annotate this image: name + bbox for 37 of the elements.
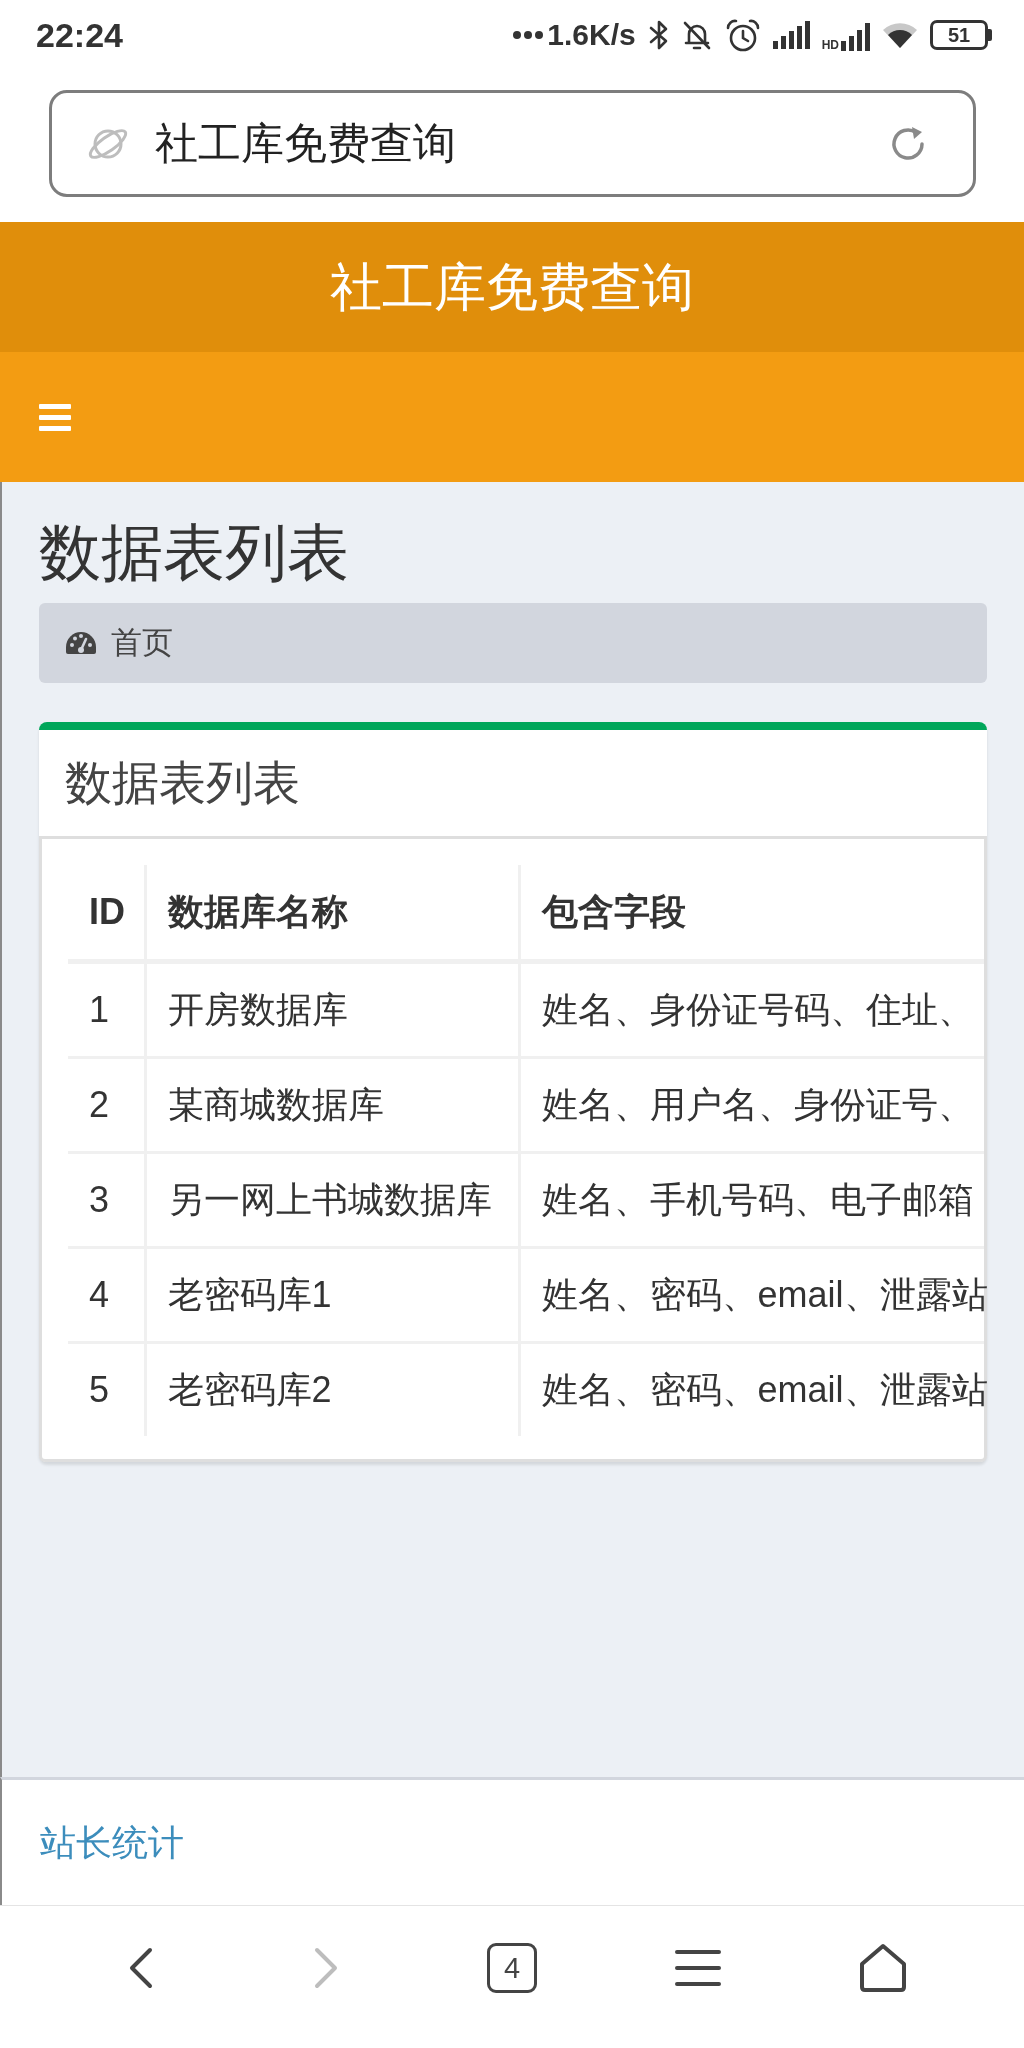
table-cell: 4: [68, 1247, 145, 1343]
column-header: 包含字段: [519, 865, 984, 962]
breadcrumb-link[interactable]: 首页: [111, 621, 173, 665]
address-field[interactable]: 社工库免费查询: [49, 90, 976, 197]
signal-icon: [841, 23, 870, 51]
tabs-button[interactable]: 4: [487, 1943, 537, 1993]
table-cell: 老密码库1: [145, 1247, 519, 1343]
footer-link[interactable]: 站长统计: [40, 1815, 184, 1870]
table-cell: 另一网上书城数据库: [145, 1152, 519, 1248]
card-title: 数据表列表: [64, 755, 301, 811]
table-cell: 姓名、身份证号码、住址、: [519, 961, 984, 1058]
menu-icon[interactable]: [673, 1948, 722, 1988]
table-cell: 5: [68, 1342, 145, 1436]
hd-label: HD: [821, 39, 839, 51]
dots-icon: [513, 31, 544, 39]
house-icon[interactable]: [858, 1943, 909, 1993]
site-title: 社工库免费查询: [330, 256, 694, 318]
signal-icon: [772, 21, 810, 49]
table-cell: 某商城数据库: [145, 1057, 519, 1153]
column-header: ID: [68, 865, 145, 962]
table-cell: 开房数据库: [145, 961, 519, 1058]
battery-indicator: 51: [930, 20, 992, 50]
column-header: 数据库名称: [145, 865, 519, 962]
wifi-icon: [882, 21, 918, 49]
table-cell: 老密码库2: [145, 1342, 519, 1436]
table-cell: 1: [68, 961, 145, 1058]
address-text: 社工库免费查询: [155, 117, 456, 169]
alarm-clock-icon: [724, 18, 761, 52]
table-cell: 3: [68, 1152, 145, 1248]
page-heading: 数据表列表: [39, 519, 350, 587]
status-time: 22:24: [36, 18, 123, 52]
bluetooth-icon: [647, 19, 669, 51]
table-cell: 姓名、手机号码、电子邮箱: [519, 1152, 984, 1248]
table-cell: 姓名、用户名、身份证号、: [519, 1057, 984, 1153]
gauge-icon: [65, 630, 97, 656]
table-cell: 2: [68, 1057, 145, 1153]
network-speed: 1.6K/s: [547, 20, 636, 50]
